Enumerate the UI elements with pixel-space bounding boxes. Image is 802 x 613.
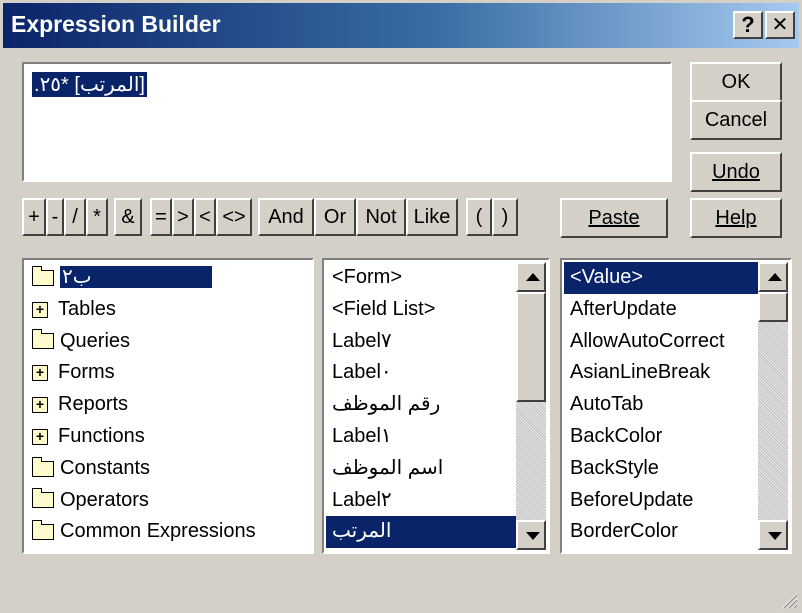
down-arrow-icon (526, 532, 540, 540)
objects-tree-list[interactable]: ب٢ + Tables Queries + Forms + Reports + Functions… (22, 258, 314, 554)
down-arrow-icon (768, 532, 782, 540)
paste-button[interactable]: Paste (560, 198, 668, 238)
scroll-down-button[interactable] (516, 520, 546, 550)
object-list-label: Tables (58, 297, 116, 320)
title-bar[interactable]: Expression Builder ? ✕ (3, 3, 799, 48)
list-item[interactable]: Label٧ (326, 326, 516, 358)
up-arrow-icon (526, 273, 540, 281)
ok-button[interactable]: OK (690, 62, 782, 102)
expression-builder-dialog: Expression Builder ? ✕ [المرتب] *٢٥. OK … (0, 0, 802, 613)
object-list-label: Common Expressions (60, 520, 256, 543)
folder-icon (32, 520, 54, 541)
object-list-item[interactable]: Constants (26, 453, 310, 485)
object-list-item[interactable]: ب٢ (26, 262, 310, 294)
resize-grip-icon[interactable] (780, 591, 798, 609)
open-folder-icon (32, 265, 54, 286)
object-list-label: Constants (60, 456, 151, 479)
help-button[interactable]: Help (690, 198, 782, 238)
list-item[interactable]: <Field List> (326, 294, 516, 326)
equals-operator-button[interactable]: = (150, 198, 172, 236)
window-title: Expression Builder (11, 11, 221, 37)
close-paren-button[interactable]: ) (492, 198, 518, 236)
plus-folder-icon[interactable]: + (32, 396, 48, 413)
object-list-item[interactable]: Queries (26, 326, 310, 358)
object-list-item[interactable]: + Functions (26, 421, 310, 453)
scroll-up-button[interactable] (516, 262, 546, 292)
object-list-label: ب٢ (60, 266, 212, 288)
multiply-operator-button[interactable]: * (86, 198, 108, 236)
folder-icon (32, 456, 54, 477)
list-item[interactable]: BackColor (564, 421, 758, 453)
scroll-thumb[interactable] (758, 292, 788, 322)
list-item[interactable]: AsianLineBreak (564, 357, 758, 389)
list-item[interactable]: BorderColor (564, 516, 758, 548)
scroll-down-button[interactable] (758, 520, 788, 550)
list-item[interactable]: <Value> (564, 262, 758, 294)
object-list-label: Functions (58, 424, 145, 447)
folder-icon (32, 488, 54, 509)
folder-icon (32, 329, 54, 350)
undo-button[interactable]: Undo (690, 152, 782, 192)
list-item[interactable]: Label٣ (326, 548, 516, 552)
plus-folder-icon[interactable]: + (32, 301, 48, 318)
not-operator-button[interactable]: Not (356, 198, 406, 236)
list-item[interactable]: BeforeUpdate (564, 485, 758, 517)
list-item[interactable]: اسم الموظف (326, 453, 516, 485)
list-item[interactable]: <Form> (326, 262, 516, 294)
close-button[interactable]: ✕ (765, 11, 795, 39)
open-paren-button[interactable]: ( (466, 198, 492, 236)
list-item[interactable]: رقم الموظف (326, 389, 516, 421)
concat-operator-button[interactable]: & (114, 198, 142, 236)
scroll-up-button[interactable] (758, 262, 788, 292)
list-item[interactable]: BackStyle (564, 453, 758, 485)
properties-list[interactable]: <Value> AfterUpdate AllowAutoCorrect AsianL… (560, 258, 792, 554)
fields-list[interactable]: <Form> <Field List> Label٧ Label٠ رقم الموظف… (322, 258, 550, 554)
divide-operator-button[interactable]: / (64, 198, 86, 236)
or-operator-button[interactable]: Or (314, 198, 356, 236)
plus-folder-icon[interactable]: + (32, 428, 48, 445)
expression-input[interactable]: [المرتب] *٢٥. (22, 62, 672, 182)
list-item[interactable]: Label٢ (326, 485, 516, 517)
not-equal-operator-button[interactable]: <> (216, 198, 252, 236)
object-list-item[interactable]: Operators (26, 485, 310, 517)
object-list-item[interactable]: + Tables (26, 294, 310, 326)
list-item[interactable]: BorderLineStyle (564, 548, 758, 552)
object-list-label: Forms (58, 361, 115, 384)
object-list-item[interactable]: + Reports (26, 389, 310, 421)
list-item[interactable]: AfterUpdate (564, 294, 758, 326)
list-item[interactable]: AllowAutoCorrect (564, 326, 758, 358)
help-title-button[interactable]: ? (733, 11, 763, 39)
scroll-thumb[interactable] (516, 292, 546, 402)
list-item[interactable]: Label٠ (326, 357, 516, 389)
less-than-operator-button[interactable]: < (194, 198, 216, 236)
list-item[interactable]: المرتب (326, 516, 516, 549)
properties-scrollbar[interactable] (758, 262, 788, 550)
object-list-item[interactable]: + Forms (26, 357, 310, 389)
like-operator-button[interactable]: Like (406, 198, 458, 236)
cancel-button[interactable]: Cancel (690, 100, 782, 140)
plus-operator-button[interactable]: + (22, 198, 46, 236)
expression-text: [المرتب] *٢٥. (32, 72, 147, 97)
up-arrow-icon (768, 273, 782, 281)
list-item[interactable]: AutoTab (564, 389, 758, 421)
object-list-item[interactable]: Common Expressions (26, 516, 310, 548)
fields-scrollbar[interactable] (516, 262, 546, 550)
object-list-label: Operators (60, 488, 149, 511)
greater-than-operator-button[interactable]: > (172, 198, 194, 236)
minus-operator-button[interactable]: - (46, 198, 64, 236)
list-item[interactable]: Label١ (326, 421, 516, 453)
object-list-label: Queries (60, 329, 131, 352)
and-operator-button[interactable]: And (258, 198, 314, 236)
plus-folder-icon[interactable]: + (32, 365, 48, 382)
object-list-label: Reports (58, 393, 129, 416)
